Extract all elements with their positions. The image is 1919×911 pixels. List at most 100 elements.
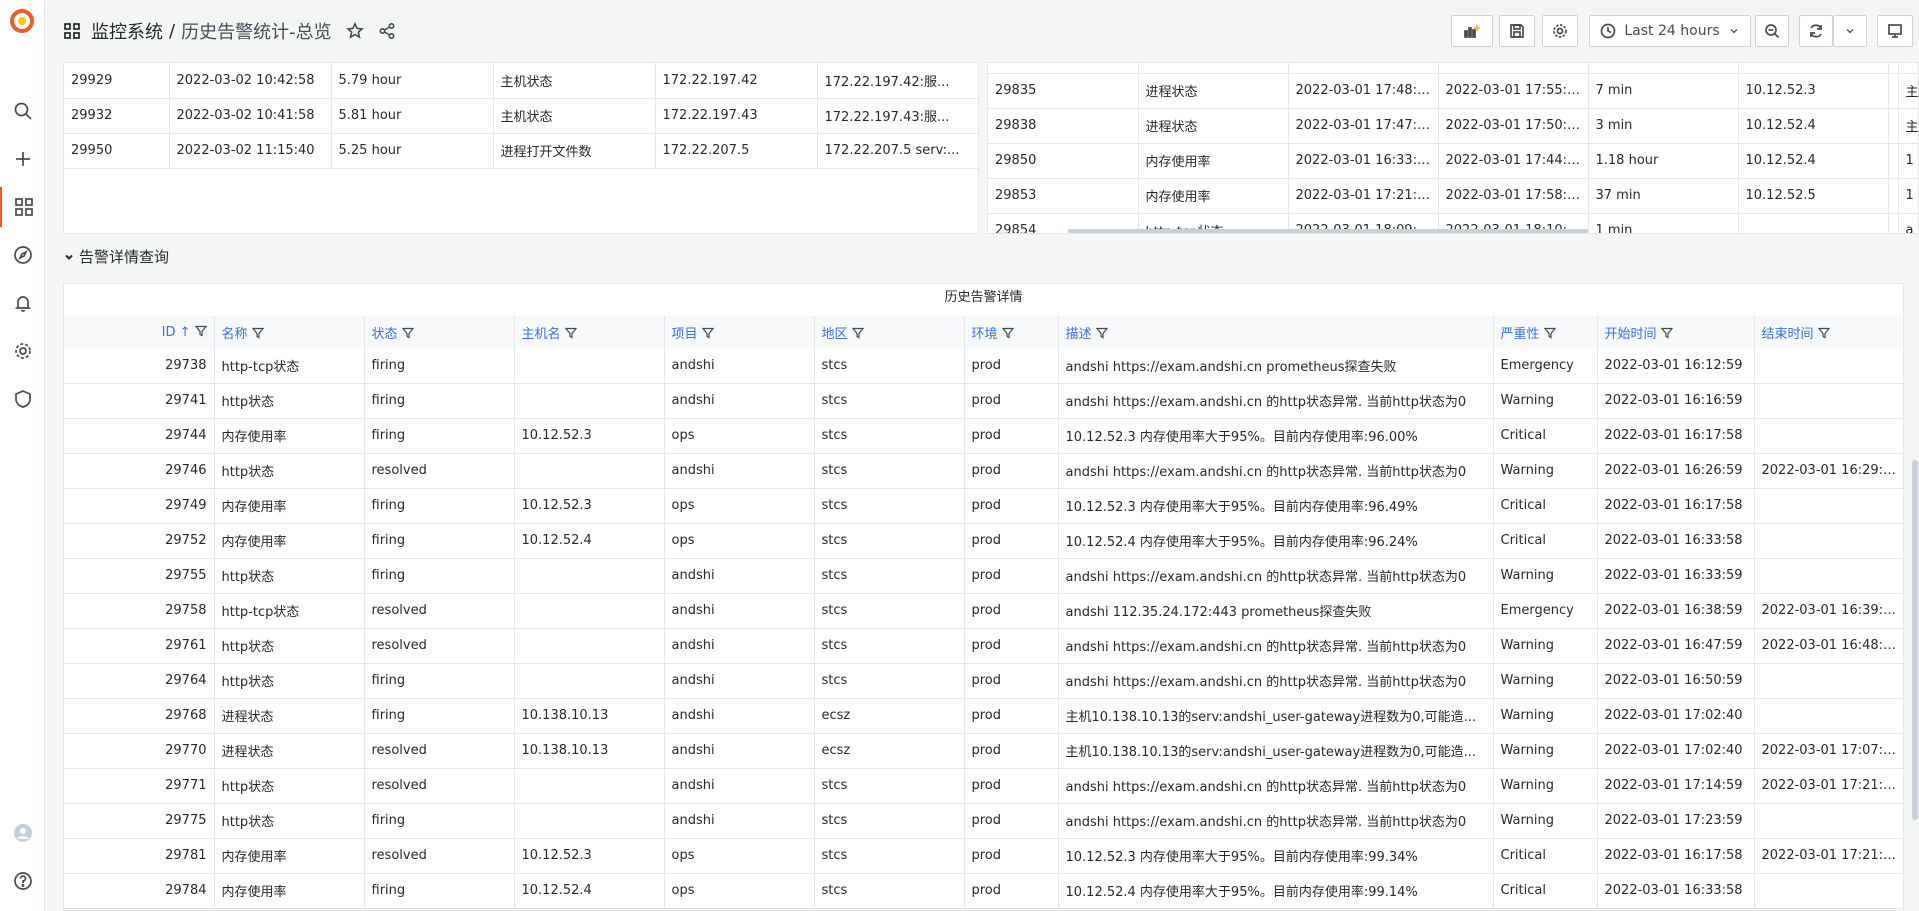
table-cell: http-tcp状态 xyxy=(214,593,365,629)
filter-icon[interactable] xyxy=(398,327,414,342)
table-cell: 1 xyxy=(1898,143,1918,179)
table-cell: andshi xyxy=(664,803,815,839)
user-avatar-icon[interactable] xyxy=(0,813,45,853)
table-cell: 172.22.197.43:服... xyxy=(817,98,978,134)
table-cell: 2022-03-01 16:39:5... xyxy=(1754,593,1903,629)
table-cell: 29929 xyxy=(64,63,170,99)
alerting-bell-icon[interactable] xyxy=(0,283,45,323)
grafana-logo-icon[interactable] xyxy=(8,6,36,36)
table-cell: ecsz xyxy=(814,698,965,734)
chevron-down-icon xyxy=(1730,29,1738,34)
column-header[interactable]: 名称 xyxy=(214,316,365,348)
table-cell: http状态 xyxy=(214,558,365,594)
column-header[interactable]: 描述 xyxy=(1058,316,1494,348)
refresh-icon xyxy=(1810,24,1822,38)
table-cell: 29775 xyxy=(64,803,215,839)
star-icon[interactable] xyxy=(345,22,364,40)
table-cell: 2022-03-02 10:42:58 xyxy=(169,63,332,99)
table-cell: 内存使用率 xyxy=(214,873,365,909)
column-header-label: 严重性 xyxy=(1500,326,1540,342)
filter-icon[interactable] xyxy=(248,327,264,342)
time-picker-button[interactable]: Last 24 hours xyxy=(1589,15,1751,47)
table-cell: 内存使用率 xyxy=(214,418,365,454)
table-cell: 172.22.207.5 serv:... xyxy=(817,133,978,169)
filter-icon[interactable] xyxy=(1657,327,1673,342)
table-cell: prod xyxy=(964,803,1059,839)
filter-icon[interactable] xyxy=(848,327,864,342)
column-header[interactable]: 地区 xyxy=(814,316,965,348)
column-header[interactable]: 主机名 xyxy=(514,316,665,348)
panel-title[interactable]: 历史告警详情 xyxy=(64,284,1903,316)
column-header[interactable]: 项目 xyxy=(664,316,815,348)
column-header[interactable]: 开始时间 xyxy=(1597,316,1755,348)
dashboard-settings-button[interactable] xyxy=(1542,15,1578,47)
table-cell: andshi xyxy=(664,663,815,699)
column-header[interactable]: 结束时间 xyxy=(1754,316,1903,348)
zoom-out-button[interactable] xyxy=(1755,15,1789,47)
table-cell: 10.12.52.3 xyxy=(514,838,665,874)
table-cell: prod xyxy=(964,628,1059,664)
table-cell xyxy=(1754,523,1903,559)
table-cell: 2022-03-01 17:14:59 xyxy=(1597,768,1755,804)
table-cell: prod xyxy=(964,383,1059,419)
gear-icon[interactable] xyxy=(0,331,45,371)
table-cell xyxy=(1754,348,1903,384)
table-cell: prod xyxy=(964,453,1059,489)
filter-icon[interactable] xyxy=(191,325,207,340)
table-cell xyxy=(1738,213,1889,233)
table-cell: stcs xyxy=(814,768,965,804)
column-header[interactable]: 严重性 xyxy=(1493,316,1598,348)
table-cell: 10.12.52.3 xyxy=(514,418,665,454)
row-collapse-toggle[interactable]: 告警详情查询 xyxy=(63,246,169,267)
table-cell: prod xyxy=(964,768,1059,804)
plus-icon[interactable] xyxy=(0,139,45,179)
table-row: 29758 http-tcp状态 resolved andshi stcs prod and… xyxy=(64,593,1903,629)
refresh-button[interactable] xyxy=(1799,15,1833,47)
table-cell: firing xyxy=(364,698,515,734)
tv-mode-button[interactable] xyxy=(1877,15,1913,47)
explore-icon[interactable] xyxy=(0,235,45,275)
filter-icon[interactable] xyxy=(1092,327,1108,342)
filter-icon[interactable] xyxy=(998,327,1014,342)
column-header-label: 状态 xyxy=(371,326,398,342)
column-header[interactable]: ID ↑ xyxy=(64,316,215,348)
vertical-scrollbar[interactable] xyxy=(1912,460,1918,820)
dashboard-title[interactable]: 历史告警统计-总览 xyxy=(181,18,332,44)
table-cell: 2022-03-01 17:58:58 xyxy=(1438,178,1589,214)
column-header[interactable]: 状态 xyxy=(364,316,515,348)
shield-icon[interactable] xyxy=(0,379,45,419)
table-cell: stcs xyxy=(814,628,965,664)
filter-icon[interactable] xyxy=(1814,327,1830,342)
table-cell: 7 min xyxy=(1588,73,1739,109)
table-cell: 29850 xyxy=(988,143,1139,179)
table-row xyxy=(988,63,1918,74)
help-icon[interactable] xyxy=(0,861,45,901)
table-cell: 内存使用率 xyxy=(1138,178,1289,214)
column-header[interactable]: 环境 xyxy=(964,316,1059,348)
share-icon[interactable] xyxy=(378,22,396,40)
table-row: 29932 2022-03-02 10:41:58 5.81 hour 主机状态 172… xyxy=(64,98,978,134)
table-cell: andshi xyxy=(664,593,815,629)
column-header-label: 名称 xyxy=(221,326,248,342)
table-cell: 进程打开文件数 xyxy=(493,133,656,169)
filter-icon[interactable] xyxy=(698,327,714,342)
table-row: 29950 2022-03-02 11:15:40 5.25 hour 进程打开文件数… xyxy=(64,133,978,169)
table-cell: 29781 xyxy=(64,838,215,874)
search-icon[interactable] xyxy=(0,91,45,131)
table-cell: 2022-03-01 16:12:59 xyxy=(1597,348,1755,384)
refresh-interval-dropdown[interactable] xyxy=(1833,15,1867,47)
table-cell: http状态 xyxy=(214,453,365,489)
table-cell: 主 xyxy=(1898,73,1918,109)
table-cell: 172.22.197.43 xyxy=(655,98,818,134)
dashboards-icon[interactable] xyxy=(0,187,45,227)
filter-icon[interactable] xyxy=(1540,327,1556,342)
filter-icon[interactable] xyxy=(561,327,577,342)
horizontal-scrollbar[interactable] xyxy=(1068,229,1588,233)
save-dashboard-button[interactable] xyxy=(1499,15,1535,47)
column-header-label: 环境 xyxy=(971,326,998,342)
table-cell: 2022-03-01 16:33:58 xyxy=(1288,143,1439,179)
add-panel-button[interactable] xyxy=(1451,15,1493,47)
table-cell: stcs xyxy=(814,838,965,874)
table-cell xyxy=(514,593,665,629)
folder-link[interactable]: 监控系统 xyxy=(91,18,163,44)
